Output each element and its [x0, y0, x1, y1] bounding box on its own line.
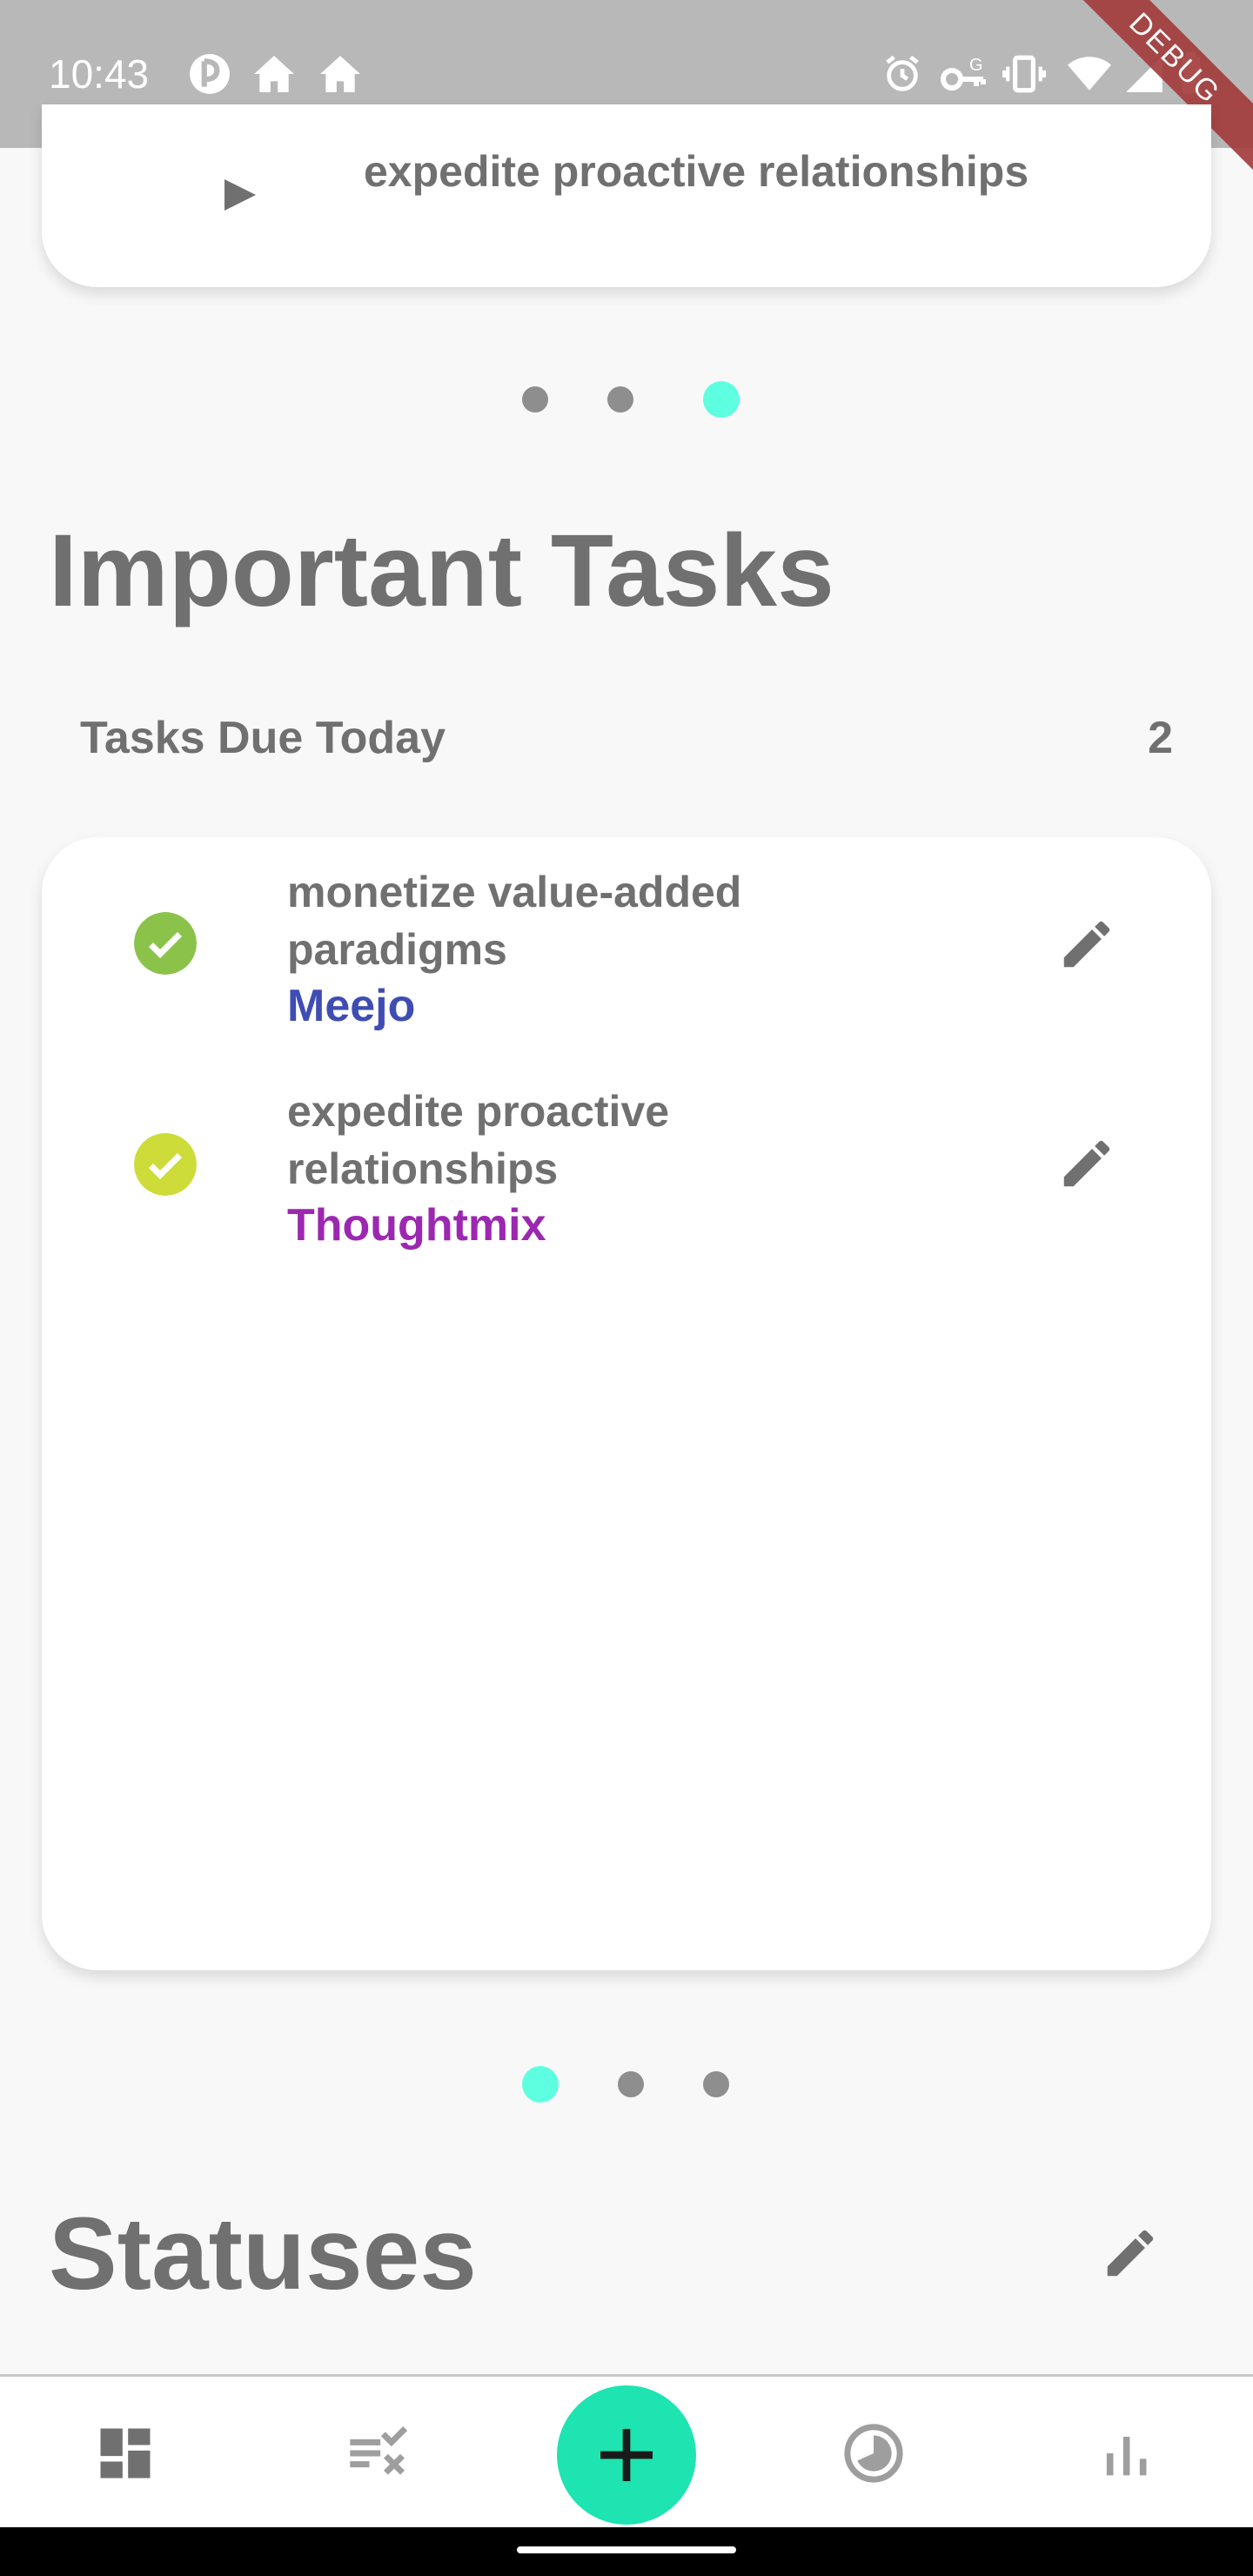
task-project: Thoughtmix: [287, 1200, 546, 1251]
key-icon: G: [941, 56, 986, 91]
tasks-card: monetize value-added paradigms Meejo exp…: [42, 837, 1211, 1970]
important-tasks-title: Important Tasks: [49, 513, 834, 628]
tasks-icon[interactable]: [345, 2420, 411, 2486]
home-icon: [320, 56, 360, 92]
home-icon: [254, 56, 294, 92]
app-indicator-icon: [190, 54, 230, 94]
carousel-dot-active[interactable]: [703, 381, 740, 418]
carousel-dot-active[interactable]: [522, 2066, 559, 2103]
carousel-dot[interactable]: [607, 386, 633, 413]
statuses-title: Statuses: [49, 2197, 477, 2311]
play-icon[interactable]: [224, 179, 256, 211]
top-card-task-title: expedite proactive relationships: [364, 147, 1029, 196]
bottom-navigation: [0, 2374, 1253, 2527]
timer-icon[interactable]: [841, 2420, 907, 2486]
system-gesture-bar: [0, 2527, 1253, 2576]
alarm-icon: [886, 55, 919, 91]
vibrate-icon: [1002, 55, 1046, 93]
carousel-dot[interactable]: [618, 2071, 644, 2097]
check-circle-icon[interactable]: [134, 1133, 197, 1196]
carousel-dot[interactable]: [703, 2071, 729, 2097]
check-circle-icon[interactable]: [134, 912, 197, 975]
svg-text:G: G: [969, 56, 983, 75]
tasks-due-today-label: Tasks Due Today: [80, 713, 446, 763]
dashboard-icon[interactable]: [92, 2420, 158, 2486]
tasks-carousel-indicator: [522, 2066, 729, 2103]
task-project: Meejo: [287, 981, 416, 1031]
add-icon: [600, 2429, 653, 2481]
task-title: monetize value-added paradigms: [287, 868, 742, 974]
home-gesture-handle[interactable]: [517, 2546, 736, 2553]
task-title: expedite proactive relationships: [287, 1087, 670, 1193]
top-carousel-indicator: [522, 381, 740, 418]
stats-icon[interactable]: [1093, 2420, 1159, 2486]
wifi-icon: [1068, 57, 1111, 91]
tasks-due-today-count: 2: [1148, 713, 1173, 763]
edit-icon[interactable]: [1056, 914, 1117, 975]
app-screen: 10:43 G DEBUG expedite proactive relatio…: [0, 0, 1253, 2576]
carousel-dot[interactable]: [522, 386, 548, 413]
add-task-button[interactable]: [557, 2385, 696, 2525]
status-time: 10:43: [49, 51, 150, 97]
edit-statuses-icon[interactable]: [1100, 2223, 1161, 2284]
edit-icon[interactable]: [1056, 1133, 1117, 1194]
